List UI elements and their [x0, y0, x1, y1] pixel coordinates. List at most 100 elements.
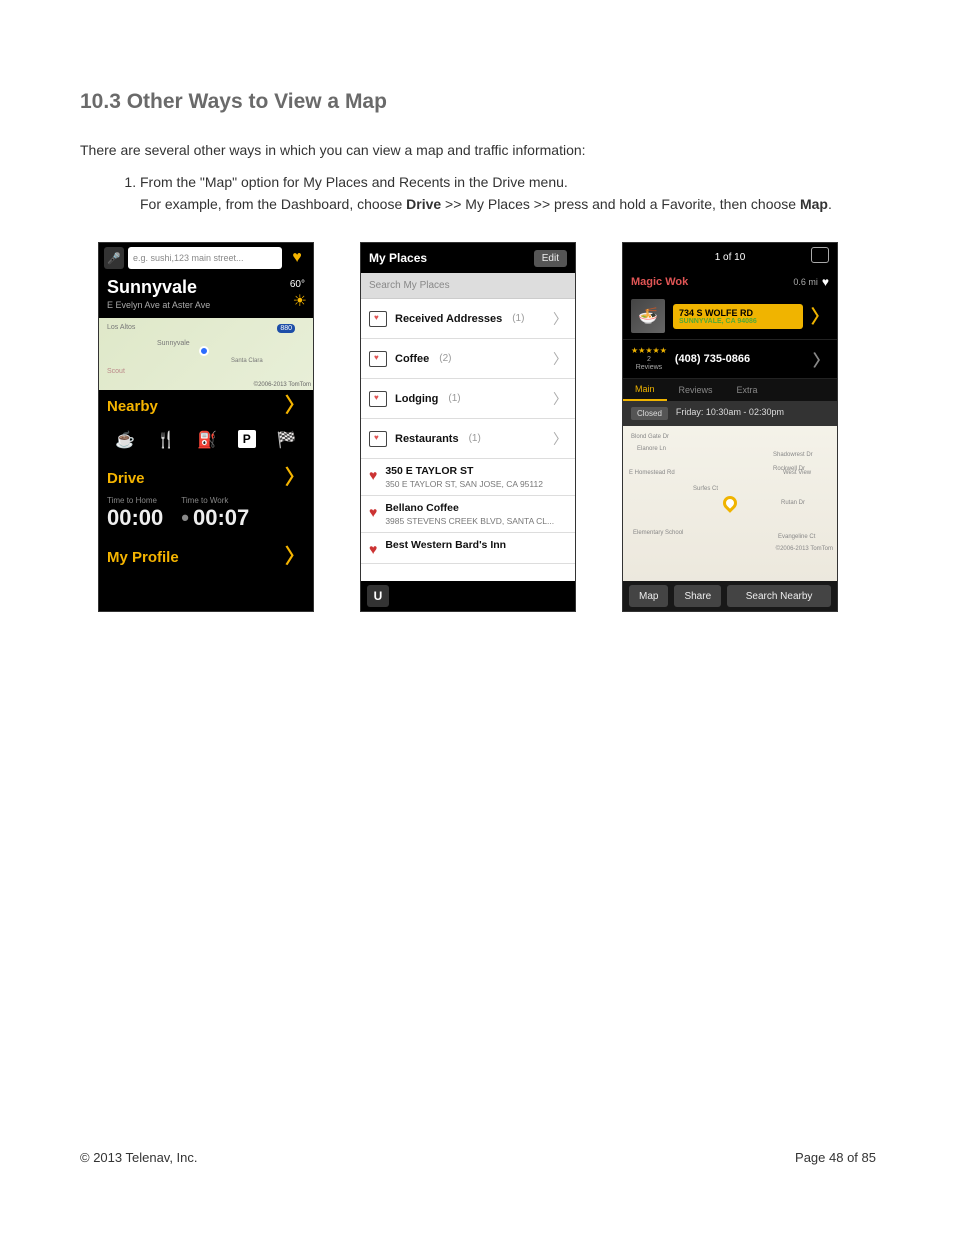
- drive-label: Drive: [107, 470, 145, 487]
- dashboard-map[interactable]: Los Altos Sunnyvale Santa Clara Scout 88…: [99, 318, 313, 390]
- time-to-home[interactable]: Time to Home 00:00: [107, 496, 163, 531]
- map-button[interactable]: Map: [629, 585, 668, 607]
- footer-copyright: © 2013 Telenav, Inc.: [80, 1150, 198, 1165]
- folder-row[interactable]: Restaurants (1) 〉: [361, 419, 575, 459]
- folder-icon: [369, 351, 387, 367]
- map-label-scout: Scout: [107, 368, 125, 375]
- closed-badge: Closed: [631, 407, 668, 420]
- heart-icon: ♥: [369, 541, 377, 557]
- folder-icon: [369, 391, 387, 407]
- chevron-right-icon: 〉: [285, 547, 305, 567]
- place-distance: 0.6 mi♥: [793, 275, 829, 289]
- search-input[interactable]: e.g. sushi,123 main street...: [128, 247, 282, 269]
- place-row[interactable]: ♥ Best Western Bard's Inn: [361, 533, 575, 564]
- mic-icon[interactable]: 🎤: [104, 247, 124, 269]
- folder-count: (1): [448, 393, 460, 404]
- time-to-work[interactable]: Time to Work •00:07: [181, 496, 249, 531]
- bottom-bar: U: [361, 581, 575, 611]
- detail-tabs: Main Reviews Extra: [623, 379, 837, 401]
- folder-name: Received Addresses: [395, 313, 502, 325]
- place-name: 350 E TAYLOR ST: [385, 465, 543, 477]
- edit-button[interactable]: Edit: [534, 250, 567, 267]
- tab-main[interactable]: Main: [623, 379, 667, 401]
- scout-logo-icon[interactable]: U: [367, 585, 389, 607]
- folder-count: (1): [469, 433, 481, 444]
- hours-text: Friday: 10:30am - 02:30pm: [676, 407, 784, 420]
- myprofile-section[interactable]: My Profile 〉: [99, 541, 313, 573]
- folder-icon: [369, 431, 387, 447]
- place-row[interactable]: ♥ Bellano Coffee 3985 STEVENS CREEK BLVD, …: [361, 496, 575, 533]
- folder-row[interactable]: Lodging (1) 〉: [361, 379, 575, 419]
- location-dot-icon: [199, 346, 209, 356]
- address-card[interactable]: 🍜 734 S WOLFE RD SUNNYVALE, CA 94086 〉: [623, 293, 837, 340]
- phone-number: (408) 735-0866: [675, 353, 805, 365]
- hours-row: Closed Friday: 10:30am - 02:30pm: [623, 401, 837, 426]
- screenshots-row: 🎤 e.g. sushi,123 main street... ♥ Sunnyv…: [98, 242, 876, 612]
- folder-name: Lodging: [395, 393, 438, 405]
- tab-reviews[interactable]: Reviews: [667, 379, 725, 401]
- current-address: E Evelyn Ave at Aster Ave: [107, 300, 305, 310]
- phone-dashboard: 🎤 e.g. sushi,123 main street... ♥ Sunnyv…: [98, 242, 314, 612]
- chat-icon[interactable]: [811, 247, 829, 263]
- share-button[interactable]: Share: [674, 585, 721, 607]
- chevron-right-icon: 〉: [285, 468, 305, 488]
- ev-icon[interactable]: 🏁: [277, 430, 297, 450]
- place-name: Bellano Coffee: [385, 502, 554, 514]
- address-line2: SUNNYVALE, CA 94086: [679, 318, 797, 325]
- place-photo-icon: 🍜: [631, 299, 665, 333]
- hwy-shield-icon: 880: [277, 324, 295, 333]
- map-pin-icon: [720, 493, 740, 513]
- myplaces-title: My Places: [369, 251, 427, 265]
- myprofile-label: My Profile: [107, 549, 179, 566]
- section-heading: 10.3 Other Ways to View a Map: [80, 90, 876, 114]
- chevron-right-icon: 〉: [811, 303, 829, 329]
- address-line1: 734 S WOLFE RD: [679, 308, 797, 318]
- chevron-right-icon: 〉: [813, 347, 829, 371]
- nearby-section[interactable]: Nearby 〉: [99, 390, 313, 422]
- review-count: 2: [631, 356, 667, 364]
- phone-card[interactable]: ★★★★★ 2 Reviews (408) 735-0866 〉: [623, 340, 837, 379]
- pager-text: 1 of 10: [715, 252, 746, 263]
- search-nearby-button[interactable]: Search Nearby: [727, 585, 831, 607]
- nearby-label: Nearby: [107, 398, 158, 415]
- folder-count: (1): [512, 313, 524, 324]
- place-name: Magic Wok: [631, 276, 688, 288]
- heart-icon: ♥: [369, 504, 377, 526]
- chevron-right-icon: 〉: [553, 309, 567, 329]
- chevron-right-icon: 〉: [553, 429, 567, 449]
- map-label-losaltos: Los Altos: [107, 324, 135, 331]
- parking-icon[interactable]: P: [238, 430, 256, 448]
- place-row[interactable]: ♥350 E TAYLOR ST350 E TAYLOR ST, SAN JOS…: [361, 459, 575, 496]
- intro-text: There are several other ways in which yo…: [80, 142, 876, 158]
- heart-icon[interactable]: ♥: [822, 275, 829, 289]
- map-copyright: ©2006-2013 TomTom: [776, 546, 833, 552]
- folder-icon: [369, 311, 387, 327]
- detail-map[interactable]: Elanore Ln E Homestead Rd Shadowrest Dr …: [623, 426, 837, 586]
- folder-count: (2): [439, 353, 451, 364]
- search-my-places-input[interactable]: Search My Places: [361, 273, 575, 299]
- current-city: Sunnyvale: [107, 277, 305, 298]
- folder-name: Restaurants: [395, 433, 459, 445]
- map-label-sunnyvale: Sunnyvale: [157, 340, 190, 347]
- folder-row[interactable]: Coffee(2)〉: [361, 339, 575, 379]
- chevron-right-icon: 〉: [285, 396, 305, 416]
- footer-page: Page 48 of 85: [795, 1150, 876, 1165]
- heart-icon: ♥: [369, 467, 377, 489]
- food-icon[interactable]: 🍴: [156, 430, 176, 450]
- place-address: 3985 STEVENS CREEK BLVD, SANTA CL...: [385, 516, 554, 526]
- place-name: Best Western Bard's Inn: [385, 539, 506, 551]
- review-label: Reviews: [631, 364, 667, 372]
- favorites-icon[interactable]: ♥: [286, 247, 308, 269]
- drive-section[interactable]: Drive 〉: [99, 462, 313, 494]
- phone-place-detail: 1 of 10 Magic Wok 0.6 mi♥ 🍜 734 S WOLFE …: [622, 242, 838, 612]
- gas-icon[interactable]: ⛽: [197, 430, 217, 450]
- tab-extra[interactable]: Extra: [725, 379, 770, 401]
- map-label-santaclara: Santa Clara: [231, 358, 263, 364]
- step-1: From the "Map" option for My Places and …: [140, 174, 876, 190]
- chevron-right-icon: 〉: [553, 349, 567, 369]
- folder-row[interactable]: Received Addresses (1) 〉: [361, 299, 575, 339]
- page-footer: © 2013 Telenav, Inc. Page 48 of 85: [80, 1150, 876, 1165]
- star-rating-icon: ★★★★★: [631, 346, 667, 356]
- chevron-right-icon: 〉: [553, 389, 567, 409]
- coffee-icon[interactable]: ☕: [115, 430, 135, 450]
